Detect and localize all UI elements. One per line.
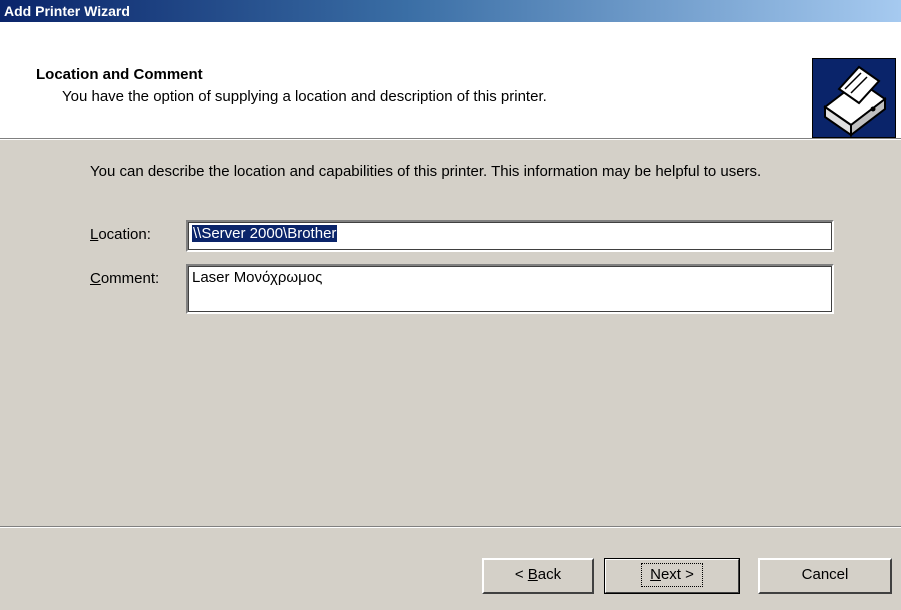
back-button-prefix: <: [514, 566, 528, 583]
page-title: Location and Comment: [36, 66, 203, 83]
back-button-accesskey: B: [527, 566, 538, 583]
back-button[interactable]: < Back: [482, 558, 594, 594]
comment-input-value: Laser Μονόχρωμος: [192, 269, 323, 286]
page-subtitle: You have the option of supplying a locat…: [62, 88, 547, 105]
footer-separator: [0, 526, 901, 528]
title-bar[interactable]: Add Printer Wizard: [0, 0, 901, 22]
comment-label: Comment:: [90, 270, 159, 287]
location-input-value: \\Server 2000\Brother: [192, 225, 338, 242]
cancel-button[interactable]: Cancel: [758, 558, 892, 594]
location-label-text: ocation:: [98, 226, 151, 243]
next-button-accesskey: N: [650, 566, 661, 583]
comment-input[interactable]: Laser Μονόχρωμος: [186, 264, 834, 314]
printer-icon: [812, 58, 896, 138]
window-title: Add Printer Wizard: [4, 3, 130, 19]
comment-label-text: omment:: [100, 270, 160, 287]
comment-label-accesskey: C: [90, 270, 101, 287]
back-button-text: ack: [537, 566, 562, 583]
wizard-header: Location and Comment You have the option…: [0, 22, 901, 138]
intro-text: You can describe the location and capabi…: [90, 163, 762, 180]
location-input[interactable]: \\Server 2000\Brother: [186, 220, 834, 252]
next-button-focus: Next >: [641, 563, 703, 587]
cancel-button-label: Cancel: [801, 566, 849, 583]
next-button-text: ext >: [660, 566, 694, 583]
header-separator: [0, 138, 901, 140]
next-button[interactable]: Next >: [604, 558, 740, 594]
location-label: Location:: [90, 226, 151, 243]
